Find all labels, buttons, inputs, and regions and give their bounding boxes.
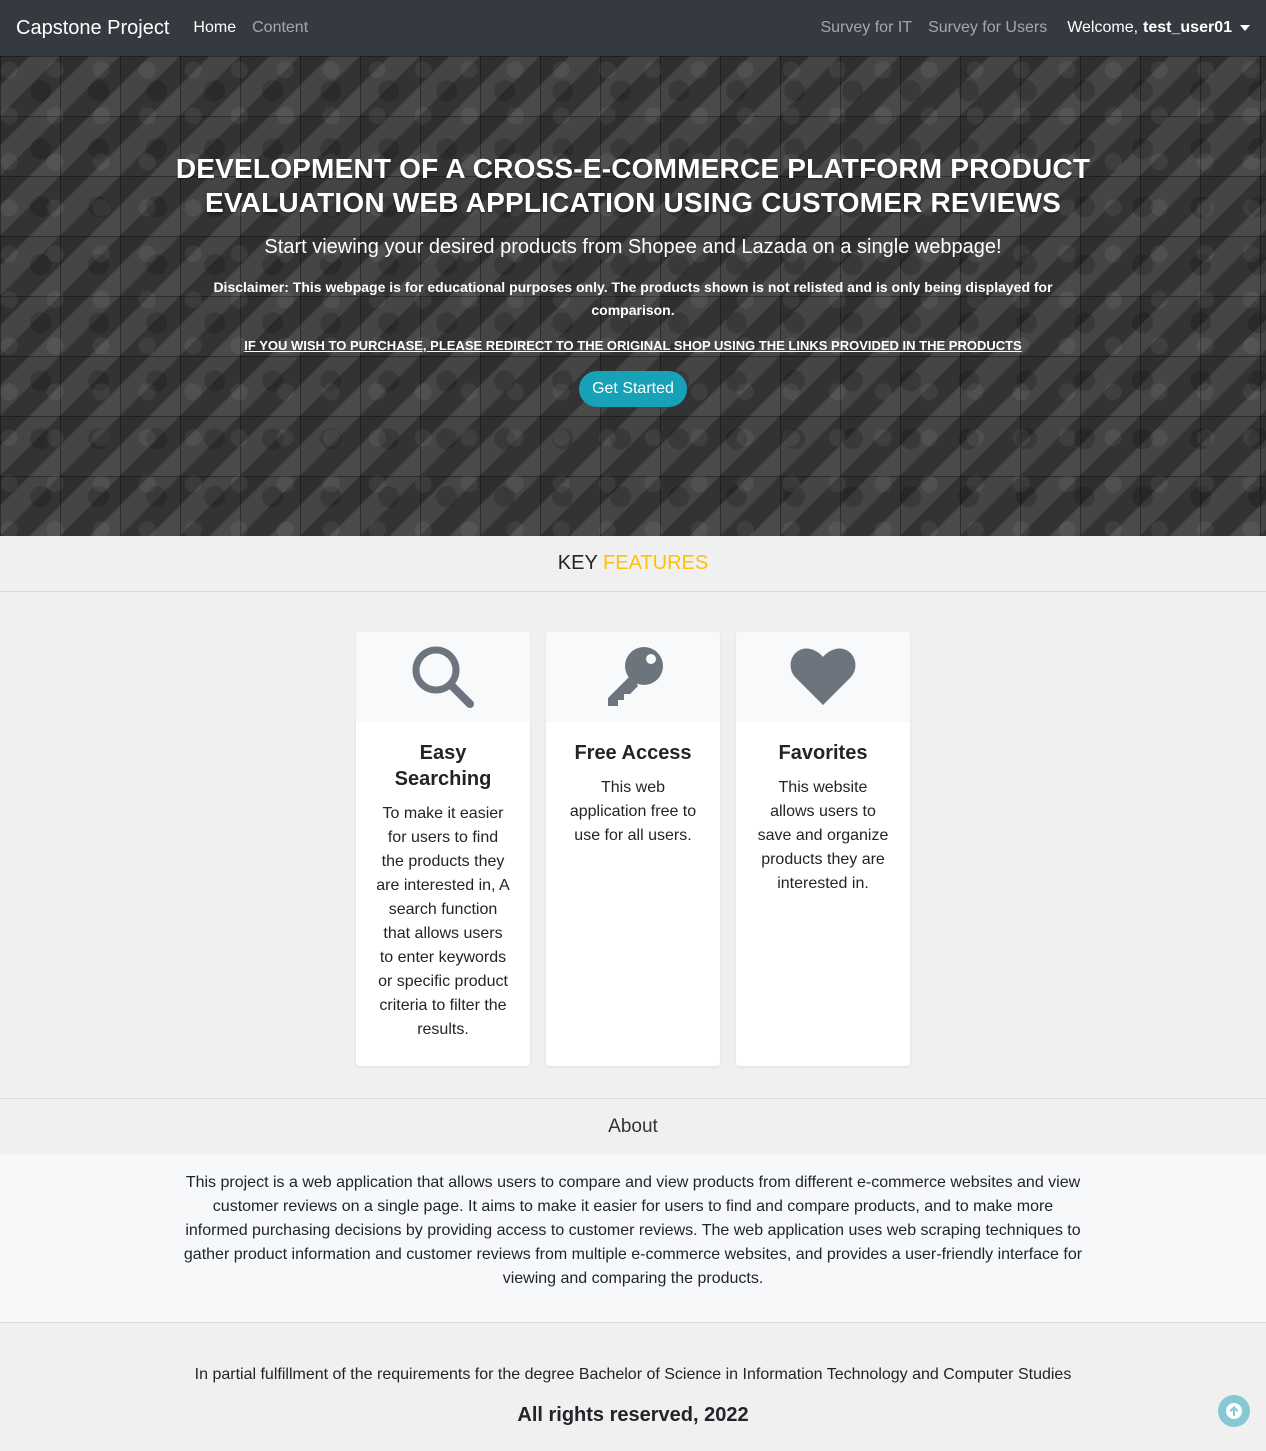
heart-icon [790, 648, 856, 705]
nav-survey-it-link[interactable]: Survey for IT [820, 19, 912, 37]
about-heading: About [0, 1098, 1266, 1155]
arrow-up-icon [1226, 1403, 1242, 1419]
card-icon-area [546, 632, 720, 722]
card-title: Free Access [574, 742, 692, 764]
feature-cards: Easy Searching To make it easier for use… [356, 632, 910, 1066]
nav-home-link[interactable]: Home [193, 19, 236, 37]
username: test_user01 [1143, 19, 1232, 36]
brand-link[interactable]: Capstone Project [16, 17, 169, 40]
hero-title-line2: EVALUATION WEB APPLICATION USING CUSTOME… [204, 187, 1062, 218]
hero-content: DEVELOPMENT OF A CROSS-E-COMMERCE PLATFO… [0, 152, 1266, 407]
nav-right: Survey for IT Survey for Users Welcome, … [804, 19, 1250, 37]
navbar: Capstone Project Home Content Survey for… [0, 0, 1266, 56]
feature-card-easy-searching: Easy Searching To make it easier for use… [356, 632, 530, 1066]
card-text: This website allows users to save and or… [757, 779, 889, 892]
about-text: This project is a web application that a… [183, 1174, 1083, 1287]
key-features-heading: KEY FEATURES [0, 536, 1266, 592]
card-text: To make it easier for users to find the … [376, 805, 510, 1038]
hero-title-line1: DEVELOPMENT OF A CROSS-E-COMMERCE PLATFO… [175, 153, 1091, 184]
key-features-heading-key: KEY [557, 552, 598, 574]
welcome-text: Welcome, [1067, 19, 1139, 36]
hero-warning: IF YOU WISH TO PURCHASE, PLEASE REDIRECT… [244, 338, 1022, 353]
card-title: Easy Searching [394, 742, 492, 790]
nav-content-link[interactable]: Content [252, 19, 308, 37]
nav-left: Home Content [193, 19, 324, 37]
about-section: This project is a web application that a… [0, 1155, 1266, 1323]
scroll-to-top-button[interactable] [1218, 1395, 1250, 1427]
footer: In partial fulfillment of the requiremen… [0, 1324, 1266, 1451]
footer-fulfillment: In partial fulfillment of the requiremen… [194, 1366, 1072, 1383]
hero-section: DEVELOPMENT OF A CROSS-E-COMMERCE PLATFO… [0, 56, 1266, 536]
footer-copyright: All rights reserved, 2022 [517, 1404, 749, 1426]
feature-card-favorites: Favorites This website allows users to s… [736, 632, 910, 1066]
key-features-heading-features: FEATURES [603, 552, 709, 574]
nav-survey-users-link[interactable]: Survey for Users [928, 19, 1047, 37]
hero-disclaimer: Disclaimer: This webpage is for educatio… [213, 279, 1053, 318]
search-icon [412, 646, 474, 708]
card-text: This web application free to use for all… [569, 779, 697, 844]
card-title: Favorites [778, 742, 868, 764]
caret-down-icon [1240, 25, 1250, 31]
card-icon-area [736, 632, 910, 722]
get-started-button[interactable]: Get Started [579, 371, 687, 407]
hero-subtitle: Start viewing your desired products from… [264, 236, 1002, 258]
key-icon [608, 647, 663, 706]
feature-card-free-access: Free Access This web application free to… [546, 632, 720, 1066]
card-icon-area [356, 632, 530, 722]
user-dropdown[interactable]: Welcome, test_user01 [1067, 19, 1250, 37]
hero-title: DEVELOPMENT OF A CROSS-E-COMMERCE PLATFO… [153, 152, 1113, 220]
